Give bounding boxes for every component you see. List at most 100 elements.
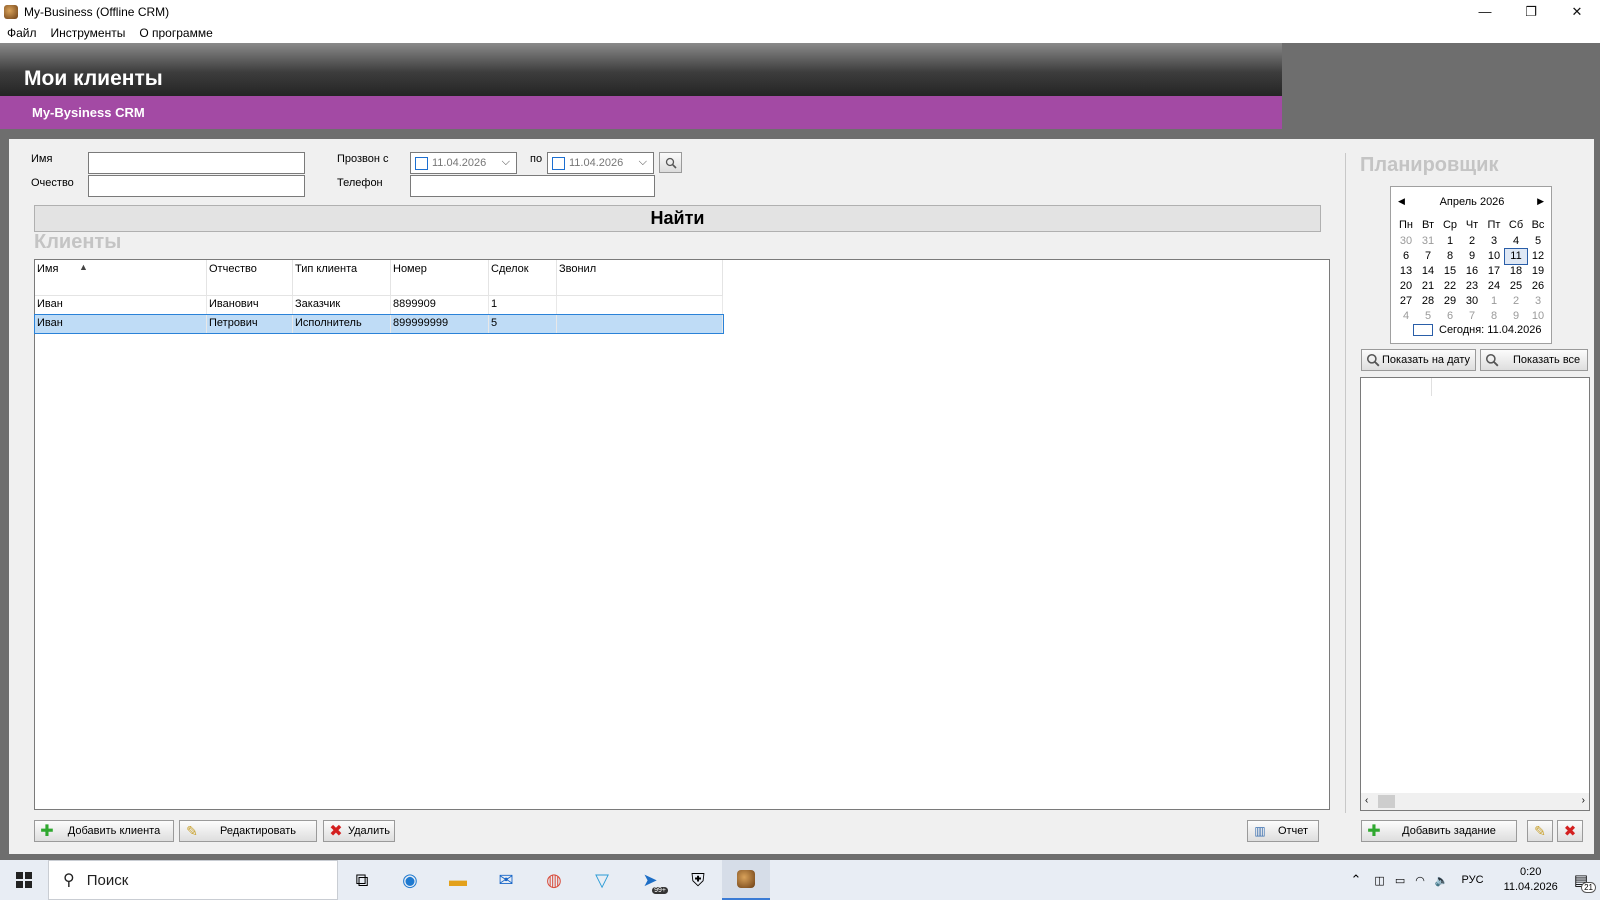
calendar-day[interactable]: 8	[1439, 249, 1461, 264]
calendar-day[interactable]: 30	[1395, 234, 1417, 249]
date-to-picker[interactable]: 11.04.2026 ⌵	[547, 152, 654, 174]
calendar-day[interactable]: 5	[1527, 234, 1549, 249]
calendar-day[interactable]: 23	[1461, 279, 1483, 294]
date-from-picker[interactable]: 11.04.2026 ⌵	[410, 152, 517, 174]
calendar-day[interactable]: 4	[1395, 309, 1417, 324]
date-search-button[interactable]	[659, 152, 682, 173]
name-input[interactable]	[88, 152, 305, 174]
calendar-day[interactable]: 8	[1483, 309, 1505, 324]
add-client-button[interactable]: ✚ Добавить клиента	[34, 820, 174, 842]
calendar-day[interactable]: 29	[1439, 294, 1461, 309]
chrome-browser-icon[interactable]: ◍	[530, 860, 578, 900]
calendar-day[interactable]: 6	[1439, 309, 1461, 324]
calendar-day[interactable]: 20	[1395, 279, 1417, 294]
calendar-day[interactable]: 3	[1483, 234, 1505, 249]
scrollbar-thumb[interactable]	[1378, 795, 1395, 808]
calendar-day[interactable]: 10	[1483, 249, 1505, 264]
column-header-client-type[interactable]: Тип клиента	[293, 260, 391, 296]
notifications-icon[interactable]: ▤ 21	[1574, 871, 1596, 893]
calendar-day[interactable]: 17	[1483, 264, 1505, 279]
scroll-right-icon[interactable]: ›	[1582, 795, 1585, 806]
minimize-button[interactable]: —	[1462, 0, 1508, 23]
calendar-day[interactable]: 18	[1505, 264, 1527, 279]
add-task-button[interactable]: ✚ Добавить задание	[1361, 820, 1517, 842]
delete-client-button[interactable]: ✖ Удалить	[323, 820, 395, 842]
calendar-day[interactable]: 27	[1395, 294, 1417, 309]
column-header-deals[interactable]: Сделок	[489, 260, 557, 296]
calendar-day[interactable]: 2	[1505, 294, 1527, 309]
calendar-day[interactable]: 10	[1527, 309, 1549, 324]
patronymic-input[interactable]	[88, 175, 305, 197]
mail-app-icon[interactable]: ✉	[482, 860, 530, 900]
calendar-day[interactable]: 15	[1439, 264, 1461, 279]
calendar-day[interactable]: 3	[1527, 294, 1549, 309]
taskbar-search[interactable]: ⚲ Поиск	[48, 860, 338, 900]
calendar-day[interactable]: 7	[1461, 309, 1483, 324]
calendar-day[interactable]: 2	[1461, 234, 1483, 249]
table-row[interactable]: Иван Петрович Исполнитель 899999999 5	[34, 314, 724, 334]
date-to-checkbox[interactable]	[552, 156, 565, 170]
calendar-day[interactable]: 6	[1395, 249, 1417, 264]
task-view-icon[interactable]: ⧉	[338, 860, 386, 900]
calendar-day[interactable]: 1	[1439, 234, 1461, 249]
report-button[interactable]: ▥ Отчет	[1247, 820, 1319, 842]
close-button[interactable]: ✕	[1554, 0, 1600, 23]
file-explorer-icon[interactable]: ▬	[434, 860, 482, 900]
clients-table[interactable]: Имя ▲ Отчество Тип клиента Номер Сделок …	[34, 259, 1330, 810]
calendar-day[interactable]: 13	[1395, 264, 1417, 279]
scroll-left-icon[interactable]: ‹	[1365, 795, 1368, 806]
menu-file[interactable]: Файл	[7, 26, 37, 40]
security-shield-icon[interactable]: ⛨	[674, 860, 722, 900]
calendar-day[interactable]: 4	[1505, 234, 1527, 249]
chevron-up-icon[interactable]: ⌃	[1351, 872, 1362, 888]
calendar-day[interactable]: 22	[1439, 279, 1461, 294]
taskbar-clock[interactable]: 0:20 11.04.2026	[1492, 865, 1570, 895]
language-indicator[interactable]: РУС	[1462, 874, 1484, 886]
my-business-taskbar-icon[interactable]	[722, 860, 770, 900]
calendar-day[interactable]: 9	[1505, 309, 1527, 324]
horizontal-scrollbar[interactable]: ‹ ›	[1361, 793, 1589, 810]
calendar-day[interactable]: 30	[1461, 294, 1483, 309]
calendar-day[interactable]: 26	[1527, 279, 1549, 294]
tasks-list[interactable]: ‹ ›	[1360, 377, 1590, 811]
edit-task-button[interactable]: ✎	[1527, 820, 1553, 842]
calendar-day[interactable]: 24	[1483, 279, 1505, 294]
menu-about[interactable]: О программе	[139, 26, 212, 40]
phone-input[interactable]	[410, 175, 655, 197]
show-on-date-button[interactable]: Показать на дату	[1361, 349, 1476, 371]
telegram-icon[interactable]: ➤ 99+	[626, 860, 674, 900]
webcam-icon[interactable]: ◫	[1374, 874, 1384, 887]
column-header-number[interactable]: Номер	[391, 260, 489, 296]
calendar-day[interactable]: 28	[1417, 294, 1439, 309]
restore-button[interactable]: ❐	[1508, 0, 1554, 23]
calendar-day[interactable]: 21	[1417, 279, 1439, 294]
column-header-called[interactable]: Звонил	[557, 260, 723, 296]
next-month-icon[interactable]: ▶	[1537, 196, 1544, 207]
show-all-button[interactable]: Показать все	[1480, 349, 1588, 371]
wifi-icon[interactable]: ◠	[1415, 874, 1425, 887]
edge-browser-icon[interactable]: ◉	[386, 860, 434, 900]
calendar-day-today[interactable]: 11	[1504, 248, 1528, 265]
calendar-day[interactable]: 31	[1417, 234, 1439, 249]
delete-task-button[interactable]: ✖	[1557, 820, 1583, 842]
calendar-today-link[interactable]: Сегодня: 11.04.2026	[1413, 324, 1542, 336]
month-calendar[interactable]: ◀ Апрель 2026 ▶ Пн Вт Ср Чт Пт Сб Вс 30 …	[1390, 186, 1552, 344]
menu-tools[interactable]: Инструменты	[51, 26, 126, 40]
calendar-day[interactable]: 19	[1527, 264, 1549, 279]
battery-icon[interactable]: ▭	[1395, 874, 1405, 887]
calendar-day[interactable]: 7	[1417, 249, 1439, 264]
calendar-day[interactable]: 12	[1527, 249, 1549, 264]
calendar-day[interactable]: 14	[1417, 264, 1439, 279]
edit-client-button[interactable]: ✎ Редактировать	[179, 820, 317, 842]
table-row[interactable]: Иван Иванович Заказчик 8899909 1	[35, 296, 723, 314]
date-from-checkbox[interactable]	[415, 156, 428, 170]
column-header-patronymic[interactable]: Отчество	[207, 260, 293, 296]
start-button[interactable]	[0, 860, 48, 900]
calendar-day[interactable]: 25	[1505, 279, 1527, 294]
volume-icon[interactable]: 🔈	[1435, 874, 1449, 887]
find-button[interactable]: Найти	[34, 205, 1321, 232]
calendar-day[interactable]: 5	[1417, 309, 1439, 324]
calendar-day[interactable]: 9	[1461, 249, 1483, 264]
calendar-day[interactable]: 1	[1483, 294, 1505, 309]
vpn-shield-icon[interactable]: ▽	[578, 860, 626, 900]
